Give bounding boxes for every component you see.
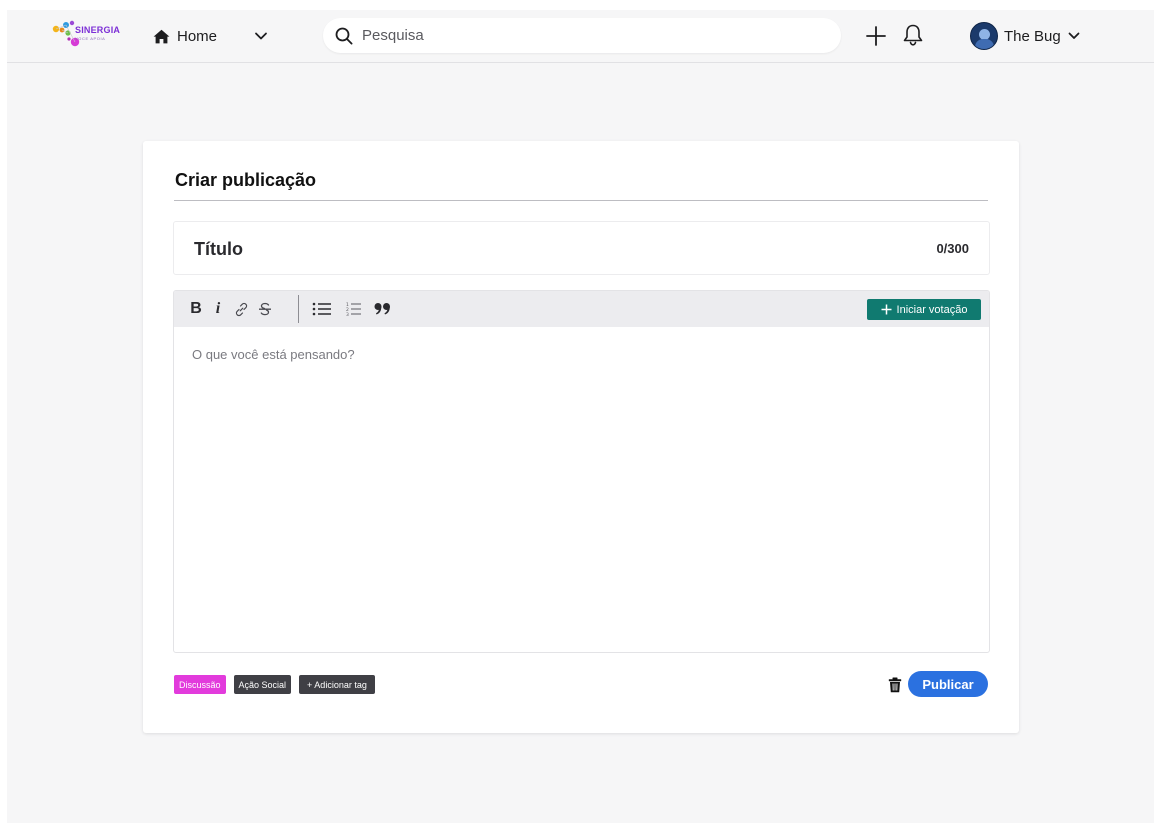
publish-button[interactable]: Publicar bbox=[908, 671, 988, 697]
logo[interactable]: SINERGIA VOCE APOIA bbox=[51, 20, 131, 50]
home-icon bbox=[153, 29, 170, 43]
bell-icon[interactable] bbox=[902, 23, 924, 47]
strikethrough-icon[interactable] bbox=[256, 299, 274, 319]
add-tag-button[interactable]: + Adicionar tag bbox=[299, 675, 375, 694]
top-bar: SINERGIA VOCE APOIA Home Pesquisa The Bu… bbox=[7, 10, 1154, 63]
divider bbox=[174, 200, 988, 201]
avatar bbox=[970, 22, 998, 50]
plus-icon[interactable] bbox=[865, 25, 887, 47]
toolbar-separator bbox=[298, 295, 299, 323]
chevron-down-icon bbox=[1068, 32, 1080, 39]
link-icon[interactable] bbox=[232, 299, 250, 319]
bullet-list-icon[interactable] bbox=[311, 299, 333, 319]
search-bar[interactable] bbox=[323, 18, 841, 53]
user-menu[interactable]: The Bug bbox=[970, 21, 1081, 51]
editor-toolbar: B i 1 2 3 Iniciar votação bbox=[174, 291, 989, 327]
trash-icon[interactable] bbox=[888, 677, 902, 693]
quote-icon[interactable] bbox=[372, 299, 392, 319]
home-button[interactable]: Home bbox=[153, 24, 217, 48]
post-body-input[interactable] bbox=[192, 347, 972, 637]
app-window: SINERGIA VOCE APOIA Home Pesquisa The Bu… bbox=[7, 10, 1154, 823]
logo-name: SINERGIA bbox=[75, 25, 121, 35]
plus-icon bbox=[881, 304, 892, 315]
search-input[interactable] bbox=[362, 27, 802, 44]
svg-text:3: 3 bbox=[346, 312, 349, 317]
home-label: Home bbox=[177, 27, 218, 45]
search-icon bbox=[335, 27, 353, 45]
title-input[interactable] bbox=[194, 236, 894, 262]
numbered-list-icon[interactable]: 1 2 3 bbox=[345, 299, 363, 319]
title-field[interactable]: 0/300 bbox=[173, 221, 990, 275]
logo-tagline: VOCE APOIA bbox=[75, 36, 106, 41]
page-title: Criar publicação bbox=[175, 170, 317, 190]
chevron-down-icon[interactable] bbox=[253, 28, 269, 44]
char-counter: 0/300 bbox=[936, 241, 969, 256]
tag-list: Discussão Ação Social + Adicionar tag bbox=[174, 675, 383, 694]
create-post-card: Criar publicação 0/300 B i bbox=[143, 141, 1019, 733]
italic-icon[interactable]: i bbox=[211, 299, 225, 319]
rich-text-editor: B i 1 2 3 Iniciar votação O que você est… bbox=[173, 290, 990, 653]
start-vote-button[interactable]: Iniciar votação bbox=[867, 299, 981, 320]
tag-discussion[interactable]: Discussão bbox=[174, 675, 226, 694]
start-vote-label: Iniciar votação bbox=[896, 303, 968, 316]
bold-icon[interactable]: B bbox=[188, 299, 204, 319]
tag-social-action[interactable]: Ação Social bbox=[233, 675, 292, 694]
user-name: The Bug bbox=[1004, 27, 1061, 45]
